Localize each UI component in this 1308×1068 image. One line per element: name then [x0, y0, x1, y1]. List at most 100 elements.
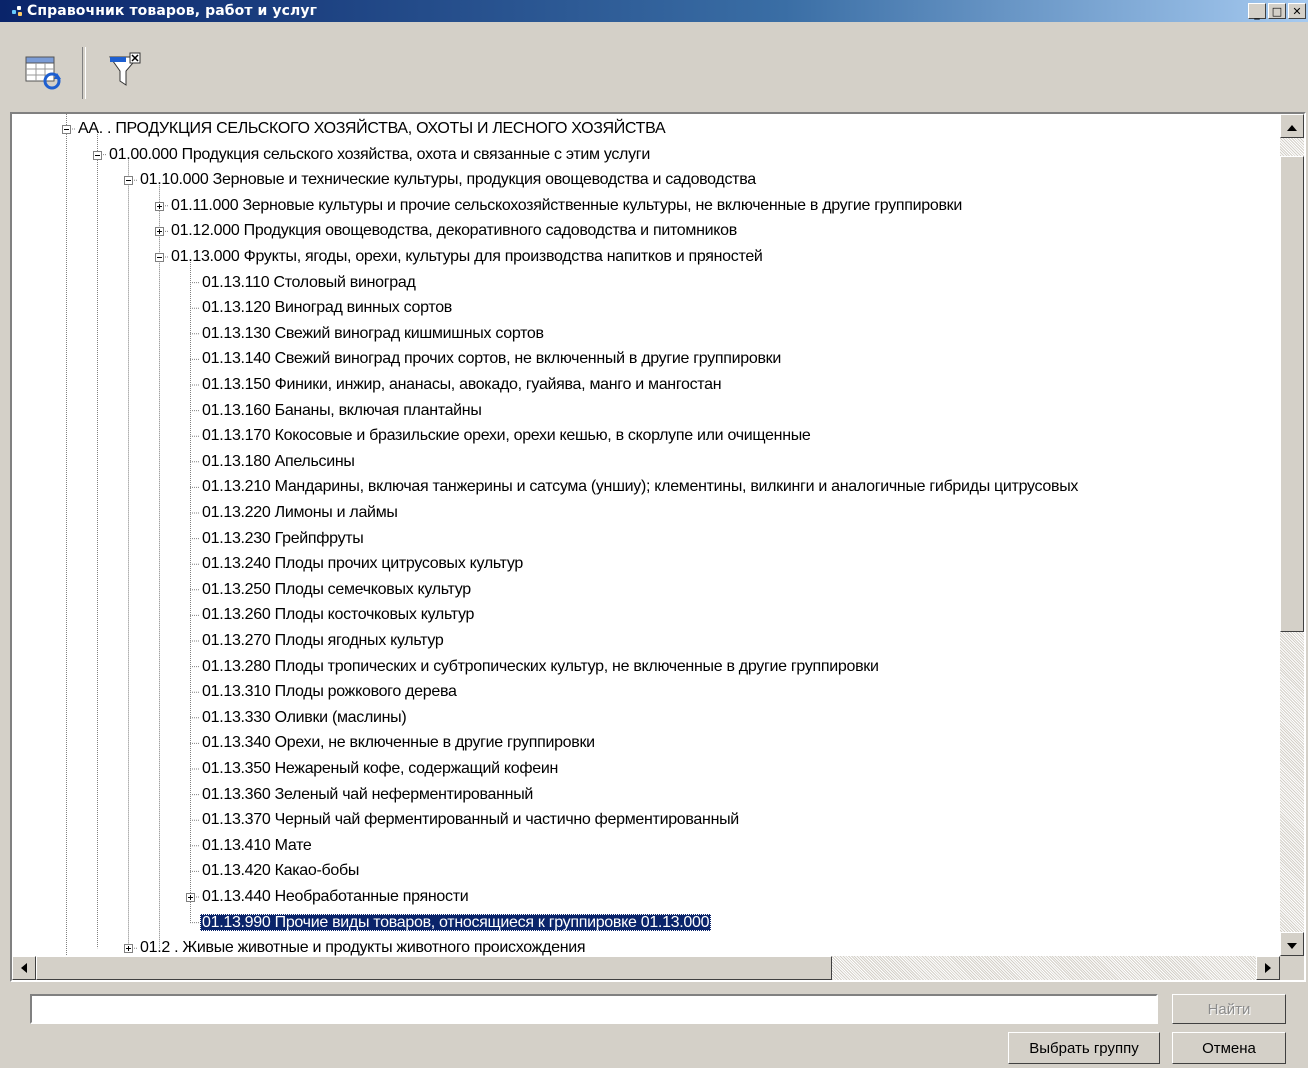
tree-item[interactable]: 01.13.420 Какао-бобы	[200, 860, 361, 882]
tree-item[interactable]: 01.13.240 Плоды прочих цитрусовых культу…	[200, 553, 525, 575]
scroll-up-button[interactable]	[1280, 114, 1304, 138]
tree-item-label: 01.13.150 Финики, инжир, ананасы, авокад…	[202, 376, 722, 393]
clear-filter-icon	[104, 51, 144, 95]
close-button[interactable]: ✕	[1288, 3, 1306, 19]
tree-item-label: 01.00.000 Продукция сельского хозяйства,…	[109, 145, 650, 163]
minimize-button[interactable]: _	[1248, 3, 1266, 19]
goods-tree[interactable]: АА. . ПРОДУКЦИЯ СЕЛЬСКОГО ХОЗЯЙСТВА, ОХО…	[12, 114, 1280, 956]
collapse-icon[interactable]	[124, 176, 133, 186]
tree-item-label: 01.13.240 Плоды прочих цитрусовых культу…	[202, 555, 523, 573]
tree-item-label: 01.13.990 Прочие виды товаров, относящие…	[200, 913, 712, 931]
tree-item-label: 01.13.230 Грейпфруты	[202, 529, 364, 547]
tree-item-label: 01.13.310 Плоды рожкового дерева	[202, 683, 457, 701]
toolbar	[10, 42, 158, 104]
tree-item[interactable]: 01.13.440 Необработанные пряности	[200, 886, 470, 908]
select-group-button-label: Выбрать группу	[1029, 1039, 1139, 1057]
tree-item[interactable]: АА. . ПРОДУКЦИЯ СЕЛЬСКОГО ХОЗЯЙСТВА, ОХО…	[76, 118, 667, 140]
scroll-down-button[interactable]	[1280, 932, 1304, 956]
tree-item[interactable]: 01.13.410 Мате	[200, 835, 314, 857]
expand-icon[interactable]	[186, 893, 195, 902]
tree-item-label: 01.13.410 Мате	[202, 836, 312, 854]
scroll-left-button[interactable]	[12, 956, 36, 980]
window-controls: _ □ ✕	[1246, 3, 1306, 19]
tree-item[interactable]: 01.13.000 Фрукты, ягоды, орехи, культуры…	[169, 246, 765, 268]
minimize-icon: _	[1254, 7, 1260, 20]
tree-item[interactable]: 01.13.330 Оливки (маслины)	[200, 707, 408, 729]
tree-item-label: 01.11.000 Зерновые культуры и прочие сел…	[171, 196, 963, 214]
tree-item[interactable]: 01.12.000 Продукция овощеводства, декора…	[169, 220, 739, 242]
tree-item[interactable]: 01.13.130 Свежий виноград кишмишных сорт…	[200, 323, 546, 345]
refresh-table-icon	[24, 51, 64, 95]
collapse-icon[interactable]	[155, 253, 164, 262]
app-icon	[10, 4, 24, 18]
goods-tree-panel: АА. . ПРОДУКЦИЯ СЕЛЬСКОГО ХОЗЯЙСТВА, ОХО…	[10, 112, 1306, 982]
scroll-right-button[interactable]	[1256, 956, 1280, 980]
tree-item-label: 01.13.170 Кокосовые и бразильские орехи,…	[202, 427, 811, 445]
tree-item-label: 01.13.440 Необработанные пряности	[202, 888, 469, 905]
tree-item[interactable]: 01.13.120 Виноград винных сортов	[200, 297, 454, 319]
expand-icon[interactable]	[124, 944, 133, 954]
refresh-button[interactable]	[10, 43, 78, 103]
clear-filter-button[interactable]	[90, 43, 158, 103]
tree-item-label: 01.13.180 Апельсины	[202, 452, 355, 470]
collapse-icon[interactable]	[62, 125, 71, 134]
tree-item[interactable]: 01.13.260 Плоды косточковых культур	[200, 604, 476, 626]
tree-item-label: 01.10.000 Зерновые и технические культур…	[140, 171, 756, 189]
tree-item-label: 01.13.110 Столовый виноград	[202, 273, 416, 291]
tree-item[interactable]: 01.10.000 Зерновые и технические культур…	[138, 169, 758, 191]
tree-item[interactable]: 01.13.170 Кокосовые и бразильские орехи,…	[200, 425, 813, 447]
tree-item-label: 01.13.420 Какао-бобы	[202, 862, 360, 880]
close-icon: ✕	[1292, 4, 1302, 18]
tree-item[interactable]: 01.2 . Живые животные и продукты животно…	[138, 937, 587, 956]
tree-item[interactable]: 01.13.160 Бананы, включая плантайны	[200, 400, 484, 422]
window-title: Справочник товаров, работ и услуг	[27, 3, 318, 19]
tree-item-label: 01.12.000 Продукция овощеводства, декора…	[171, 222, 737, 240]
vertical-scrollbar[interactable]	[1280, 114, 1304, 956]
tree-item[interactable]: 01.13.360 Зеленый чай неферментированный	[200, 784, 535, 806]
tree-item[interactable]: 01.00.000 Продукция сельского хозяйства,…	[107, 144, 652, 166]
tree-item-label: 01.13.330 Оливки (маслины)	[202, 708, 407, 726]
horizontal-scroll-thumb[interactable]	[36, 956, 832, 980]
tree-item[interactable]: 01.13.250 Плоды семечковых культур	[200, 579, 473, 601]
cancel-button[interactable]: Отмена	[1172, 1032, 1286, 1064]
window-titlebar[interactable]: Справочник товаров, работ и услуг _ □ ✕	[0, 0, 1308, 22]
scroll-down-icon	[1287, 935, 1297, 953]
tree-item-label: 01.13.260 Плоды косточковых культур	[202, 606, 475, 624]
expand-icon[interactable]	[155, 201, 164, 211]
tree-item-label: 01.13.340 Орехи, не включенные в другие …	[202, 734, 595, 752]
tree-item[interactable]: 01.13.280 Плоды тропических и субтропиче…	[200, 656, 881, 678]
tree-item-label: 01.13.350 Нежареный кофе, содержащий коф…	[202, 760, 559, 777]
tree-item[interactable]: 01.13.370 Черный чай ферментированный и …	[200, 809, 741, 831]
tree-item[interactable]: 01.13.350 Нежареный кофе, содержащий коф…	[200, 758, 560, 780]
tree-item[interactable]: 01.13.310 Плоды рожкового дерева	[200, 681, 459, 703]
tree-item[interactable]: 01.13.340 Орехи, не включенные в другие …	[200, 732, 597, 754]
horizontal-scrollbar[interactable]	[12, 956, 1280, 980]
expand-icon[interactable]	[155, 227, 164, 237]
tree-item-selected[interactable]: 01.13.990 Прочие виды товаров, относящие…	[200, 912, 712, 934]
tree-item[interactable]: 01.13.180 Апельсины	[200, 451, 357, 473]
tree-item-label: 01.13.140 Свежий виноград прочих сортов,…	[202, 350, 782, 368]
tree-item[interactable]: 01.13.220 Лимоны и лаймы	[200, 502, 400, 524]
tree-item[interactable]: 01.13.230 Грейпфруты	[200, 528, 366, 550]
cancel-button-label: Отмена	[1202, 1039, 1256, 1057]
tree-item-label: 01.13.210 Мандарины, включая танжерины и…	[202, 478, 1079, 496]
vertical-scroll-thumb[interactable]	[1280, 156, 1304, 632]
tree-item[interactable]: 01.11.000 Зерновые культуры и прочие сел…	[169, 195, 964, 217]
tree-item[interactable]: 01.13.150 Финики, инжир, ананасы, авокад…	[200, 374, 723, 396]
tree-item[interactable]: 01.13.110 Столовый виноград	[200, 272, 418, 294]
scroll-right-icon	[1265, 959, 1271, 977]
tree-item-label: 01.13.370 Черный чай ферментированный и …	[202, 811, 739, 829]
scroll-left-icon	[21, 959, 27, 977]
find-button-label: Найти	[1207, 1000, 1251, 1018]
select-group-button[interactable]: Выбрать группу	[1008, 1032, 1160, 1064]
tree-item[interactable]: 01.13.210 Мандарины, включая танжерины и…	[200, 476, 1080, 498]
tree-item-label: 01.13.250 Плоды семечковых культур	[202, 580, 471, 598]
tree-item-label: 01.13.280 Плоды тропических и субтропиче…	[202, 657, 879, 675]
tree-item[interactable]: 01.13.140 Свежий виноград прочих сортов,…	[200, 348, 783, 370]
tree-item-label: 01.13.360 Зеленый чай неферментированный	[202, 785, 534, 803]
find-button[interactable]: Найти	[1172, 994, 1286, 1024]
collapse-icon[interactable]	[93, 150, 102, 160]
maximize-button[interactable]: □	[1268, 3, 1286, 19]
tree-item[interactable]: 01.13.270 Плоды ягодных культур	[200, 630, 445, 652]
search-input[interactable]	[30, 994, 1158, 1024]
